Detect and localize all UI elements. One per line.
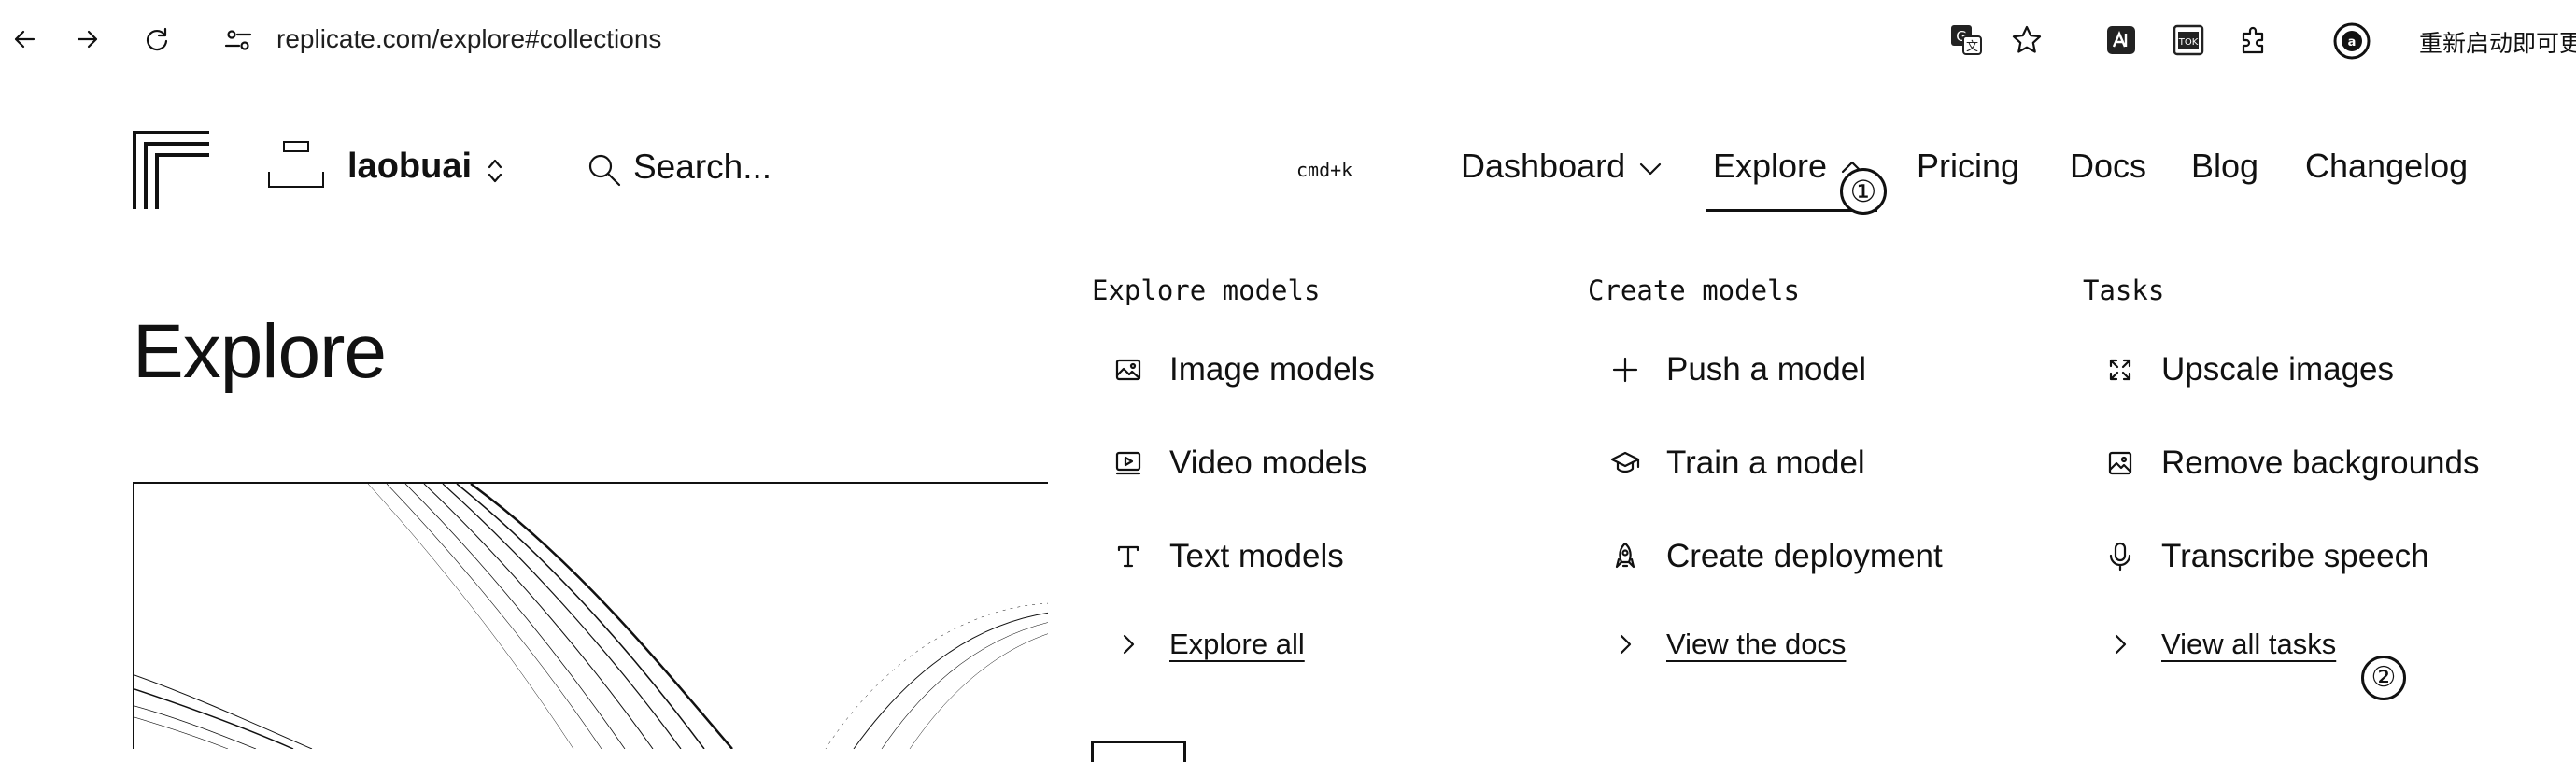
site-settings-icon[interactable] [224,28,252,52]
hero-artwork[interactable] [133,482,1050,749]
chevron-right-icon [1110,626,1147,663]
menu-link-label: View all tasks [2161,628,2337,660]
menu-item-label: Create deployment [1666,538,1943,574]
svg-text:a: a [2348,35,2357,49]
extension-icon[interactable]: TOK [2173,24,2204,56]
annotation-marker-1: ① [1840,168,1887,215]
menu-item-label: Video models [1169,444,1367,481]
back-arrow-icon[interactable] [11,26,37,52]
menu-link-explore-all[interactable]: Explore all [1110,616,1305,672]
page-title: Explore [133,309,387,394]
search-shortcut-hint: cmd+k [1296,159,1353,181]
translate-icon[interactable]: G文 [1950,24,1982,56]
menu-item-create-deployment[interactable]: Create deployment [1606,529,1943,585]
menu-heading-tasks: Tasks [2083,275,2165,306]
graduation-cap-icon [1606,444,1644,482]
menu-link-label: View the docs [1666,628,1847,660]
search-icon[interactable] [587,152,622,188]
star-icon[interactable] [2011,24,2043,56]
menu-item-label: Remove backgrounds [2161,444,2480,481]
image-remove-icon [2102,444,2139,482]
microphone-icon [2102,538,2139,575]
chevron-right-icon [2102,626,2139,663]
menu-link-label: Explore all [1169,628,1305,660]
puzzle-icon[interactable] [2238,24,2270,56]
replicate-logo[interactable] [133,131,211,209]
menu-heading-explore-models: Explore models [1092,275,1321,306]
menu-link-view-all-tasks[interactable]: View all tasks [2102,616,2336,672]
nav-changelog[interactable]: Changelog [2305,147,2468,186]
menu-item-transcribe-speech[interactable]: Transcribe speech [2102,529,2429,585]
expand-icon [2102,351,2139,388]
menu-item-image-models[interactable]: Image models [1110,342,1375,398]
menu-item-label: Upscale images [2161,351,2394,388]
text-icon [1110,538,1147,575]
video-icon [1110,444,1147,482]
chevron-right-icon [1606,626,1644,663]
account-avatar-icon[interactable] [267,140,325,189]
plus-icon [1606,351,1644,388]
reload-icon[interactable] [144,26,170,52]
browser-toolbar: replicate.com/explore#collections G文 TOK… [0,0,2576,82]
address-bar-url[interactable]: replicate.com/explore#collections [276,24,661,54]
chevron-down-icon[interactable] [1638,161,1663,177]
menu-item-text-models[interactable]: Text models [1110,529,1344,585]
menu-link-view-docs[interactable]: View the docs [1606,616,1846,672]
rocket-icon [1606,538,1644,575]
menu-heading-create-models: Create models [1588,275,1800,306]
menu-item-remove-backgrounds[interactable]: Remove backgrounds [2102,435,2479,491]
menu-item-push-model[interactable]: Push a model [1606,342,1866,398]
nav-pricing[interactable]: Pricing [1917,147,2019,186]
menu-item-label: Image models [1169,351,1375,388]
menu-item-label: Text models [1169,538,1344,574]
search-input[interactable]: Search... [633,148,771,187]
menu-footer-box [1091,741,1186,762]
svg-text:文: 文 [1966,40,1978,54]
menu-item-video-models[interactable]: Video models [1110,435,1366,491]
extension-icon[interactable] [2105,24,2137,56]
nav-dashboard[interactable]: Dashboard [1461,147,1625,186]
menu-item-label: Push a model [1666,351,1867,388]
nav-explore[interactable]: Explore [1713,147,1827,186]
annotation-marker-2: ② [2361,656,2406,700]
menu-item-label: Transcribe speech [2161,538,2429,574]
account-switch-icon[interactable] [486,157,504,185]
menu-item-label: Train a model [1666,444,1865,481]
image-icon [1110,351,1147,388]
explore-dropdown-menu: Explore models Image models Video models… [1048,233,2576,762]
menu-item-upscale-images[interactable]: Upscale images [2102,342,2394,398]
nav-blog[interactable]: Blog [2191,147,2258,186]
forward-arrow-icon[interactable] [75,26,101,52]
profile-icon[interactable]: a [2333,22,2371,60]
nav-docs[interactable]: Docs [2070,147,2146,186]
svg-text:TOK: TOK [2178,37,2199,48]
account-name[interactable]: laobuai [347,147,472,187]
menu-item-train-model[interactable]: Train a model [1606,435,1865,491]
restart-to-update-button[interactable]: 重新启动即可更 [2419,25,2576,59]
